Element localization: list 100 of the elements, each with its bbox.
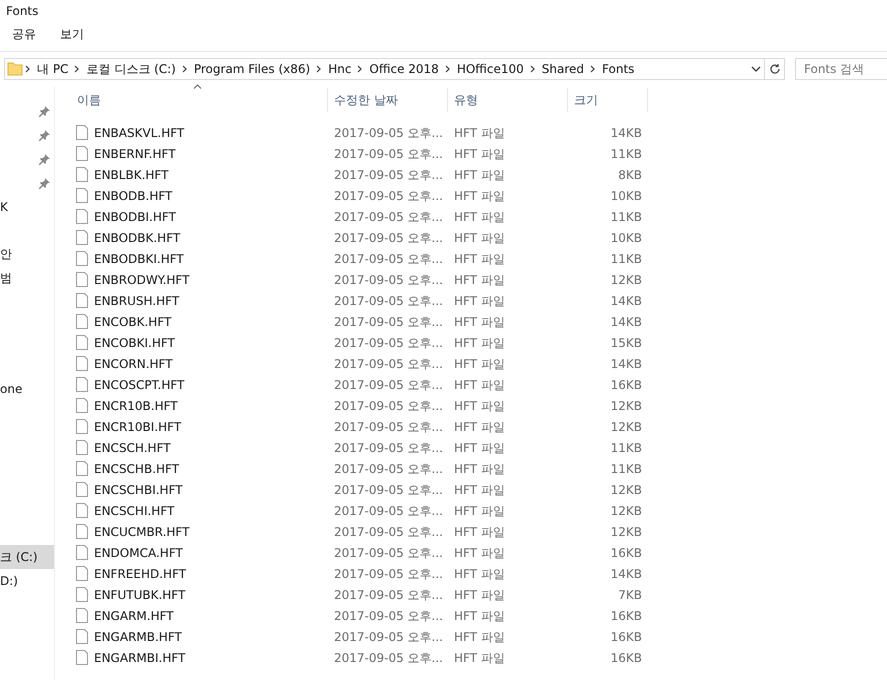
file-name[interactable]: ENCSCHI.HFT — [88, 502, 180, 520]
size-cell-text: 14KB — [610, 566, 643, 582]
file-name[interactable]: ENCSCHBI.HFT — [88, 480, 189, 498]
file-name[interactable]: ENBODBKI.HFT — [88, 250, 190, 268]
size-cell-text: 7KB — [617, 586, 643, 604]
size-cell-text: 11KB — [610, 440, 643, 456]
date-cell-text: 2017-09-05 오후... — [333, 314, 444, 330]
file-name[interactable]: ENCORN.HFT — [88, 354, 179, 372]
file-icon — [76, 629, 88, 644]
file-icon — [76, 230, 88, 245]
size-cell-text: 15KB — [610, 334, 643, 352]
breadcrumb-item[interactable]: Shared — [538, 60, 588, 78]
file-name[interactable]: ENBASKVL.HFT — [88, 124, 190, 142]
file-name[interactable]: ENBRODWY.HFT — [88, 270, 196, 288]
sidebar-label: 범 — [0, 270, 12, 287]
ribbon-tab[interactable]: 공유 — [0, 21, 48, 51]
column-header[interactable]: 유형 — [448, 88, 568, 112]
breadcrumb-item[interactable]: Fonts — [598, 60, 638, 78]
size-cell-text: 16KB — [610, 544, 643, 562]
type-cell-text: HFT 파일 — [453, 586, 506, 604]
sidebar-item[interactable]: D:) — [0, 569, 54, 593]
breadcrumb-item[interactable]: HOffice100 — [452, 60, 528, 78]
type-cell-text: HFT 파일 — [453, 188, 506, 204]
type-cell-text: HFT 파일 — [453, 418, 506, 436]
file-name[interactable]: ENCR10B.HFT — [88, 396, 184, 414]
size-cell-text: 11KB — [610, 208, 643, 226]
file-name[interactable]: ENCOBK.HFT — [88, 312, 178, 330]
file-name[interactable]: ENBODBI.HFT — [88, 208, 182, 226]
file-name[interactable]: ENBODBK.HFT — [88, 228, 186, 246]
breadcrumb-item[interactable]: Office 2018 — [365, 60, 443, 78]
size-cell-text: 11KB — [610, 146, 643, 162]
date-cell-text: 2017-09-05 오후... — [333, 146, 444, 162]
type-cell-text: HFT 파일 — [453, 502, 506, 520]
file-name[interactable]: ENBRUSH.HFT — [88, 292, 186, 310]
date-cell-text: 2017-09-05 오후... — [333, 398, 444, 414]
size-cell-text: 16KB — [610, 376, 643, 394]
file-icon — [76, 461, 88, 476]
file-icon — [76, 146, 88, 161]
breadcrumb-item[interactable]: 로컬 디스크 (C:) — [82, 60, 180, 78]
type-cell-text: HFT 파일 — [453, 146, 506, 162]
sidebar-label: one — [0, 381, 22, 398]
size-cell-text: 14KB — [610, 356, 643, 372]
file-icon — [76, 608, 88, 623]
search-field[interactable]: Fonts 검색 — [795, 58, 887, 80]
date-cell-text: 2017-09-05 오후... — [333, 524, 444, 540]
size-cell-text: 10KB — [610, 188, 643, 204]
type-cell-text: HFT 파일 — [453, 376, 506, 394]
date-cell-text: 2017-09-05 오후... — [333, 566, 444, 582]
folder-icon — [7, 62, 23, 76]
size-cell-text: 14KB — [610, 292, 643, 310]
type-cell-text: HFT 파일 — [453, 314, 506, 330]
size-cell-text: 12KB — [610, 524, 643, 540]
file-name[interactable]: ENDOMCA.HFT — [88, 544, 189, 562]
file-name[interactable]: ENGARMBI.HFT — [88, 648, 192, 666]
file-name[interactable]: ENBLBK.HFT — [88, 166, 174, 184]
sidebar-item[interactable]: 크 (C:) — [0, 545, 54, 569]
file-icon — [76, 293, 88, 308]
size-cell-text: 11KB — [610, 460, 643, 478]
column-header[interactable]: 이름 — [71, 88, 328, 112]
date-cell-text: 2017-09-05 오후... — [333, 586, 444, 604]
sidebar-item[interactable]: K — [0, 195, 54, 219]
type-cell-text: HFT 파일 — [453, 230, 506, 246]
file-name[interactable]: ENFREEHD.HFT — [88, 564, 192, 582]
file-icon — [76, 125, 88, 140]
file-name[interactable]: ENCOSCPT.HFT — [88, 376, 190, 394]
file-name[interactable]: ENCSCHB.HFT — [88, 460, 186, 478]
file-name[interactable]: ENCUCMBR.HFT — [88, 522, 196, 540]
type-cell-text: HFT 파일 — [453, 398, 506, 414]
type-cell-text: HFT 파일 — [453, 250, 506, 268]
sidebar-item[interactable]: 범 — [0, 266, 54, 290]
date-cell-text: 2017-09-05 오후... — [333, 356, 444, 372]
column-header[interactable]: 크기 — [568, 88, 648, 112]
file-name[interactable]: ENBERNF.HFT — [88, 144, 182, 162]
file-name[interactable]: ENCSCH.HFT — [88, 438, 177, 456]
ribbon-tab[interactable]: 보기 — [48, 21, 96, 51]
window-title: Fonts — [5, 3, 40, 20]
file-icon — [76, 314, 88, 329]
file-icon — [76, 503, 88, 518]
file-name[interactable]: ENGARM.HFT — [88, 606, 180, 624]
file-icon — [76, 650, 88, 665]
type-cell-text: HFT 파일 — [453, 524, 506, 540]
file-icon — [76, 566, 88, 581]
sidebar-item[interactable]: 안 — [0, 242, 54, 266]
breadcrumb-item[interactable]: Hnc — [324, 60, 356, 78]
date-cell-text: 2017-09-05 오후... — [333, 628, 444, 646]
breadcrumb-item[interactable]: 내 PC — [33, 60, 72, 78]
file-icon — [76, 272, 88, 287]
file-name[interactable]: ENGARMB.HFT — [88, 628, 188, 646]
file-name[interactable]: ENBODB.HFT — [88, 186, 178, 204]
file-name[interactable]: ENFUTUBK.HFT — [88, 586, 192, 604]
file-name[interactable]: ENCR10BI.HFT — [88, 418, 188, 436]
breadcrumb-item[interactable]: Program Files (x86) — [190, 60, 314, 78]
type-cell-text: HFT 파일 — [453, 628, 506, 646]
type-cell-text: HFT 파일 — [453, 482, 506, 498]
file-name[interactable]: ENCOBKI.HFT — [88, 334, 181, 352]
sidebar-item[interactable]: one — [0, 377, 54, 401]
type-cell-text: HFT 파일 — [453, 208, 506, 226]
column-header[interactable]: 수정한 날짜 — [328, 88, 448, 112]
file-icon — [76, 335, 88, 350]
address-bar[interactable]: 내 PC 로컬 디스크 (C:) Program Files (x86) Hnc Office 2018 HOffice100 Shared Fonts — [4, 58, 785, 80]
